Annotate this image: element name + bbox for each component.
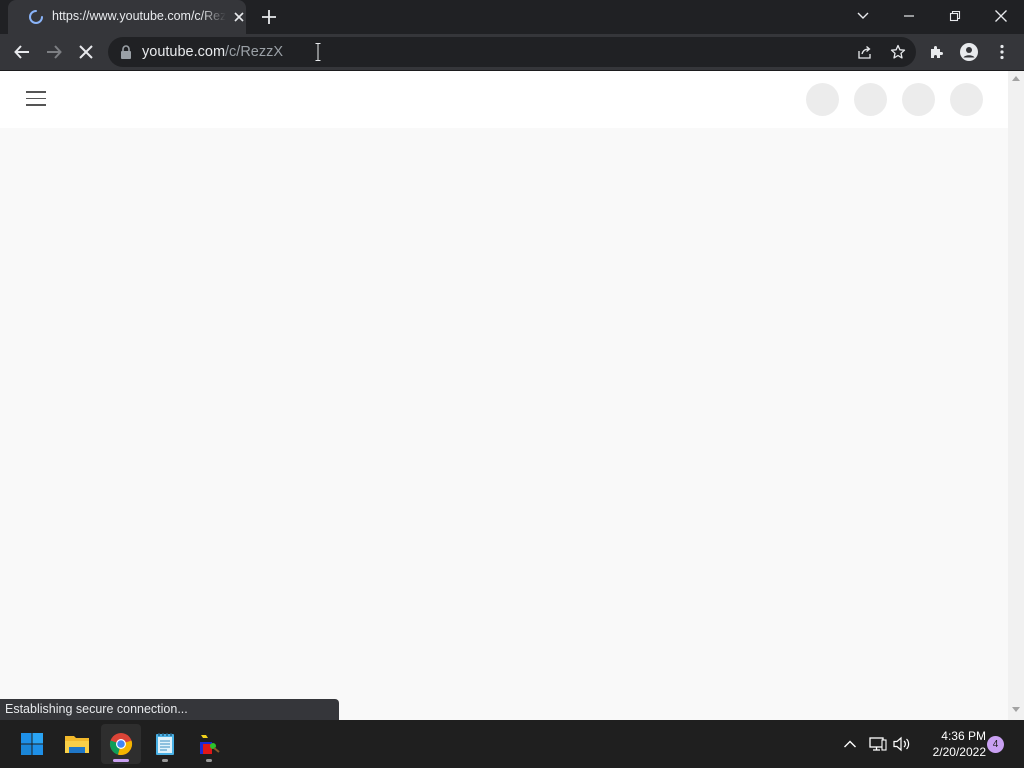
forward-button[interactable] [44, 42, 64, 62]
chrome-icon [109, 733, 133, 756]
menu-icon[interactable] [26, 91, 46, 107]
chevron-up-icon [844, 740, 856, 748]
tab-search-button[interactable] [840, 0, 886, 32]
arrow-right-icon [47, 45, 62, 59]
loading-spinner-icon [29, 10, 43, 24]
loading-placeholder-circle [854, 83, 887, 116]
network-icon [869, 737, 887, 751]
account-icon [960, 43, 978, 61]
volume-icon [893, 736, 910, 752]
stop-icon [79, 45, 93, 59]
youtube-masthead [0, 71, 1008, 128]
stop-loading-button[interactable] [76, 42, 96, 62]
back-button[interactable] [12, 42, 32, 62]
network-status-button[interactable] [868, 734, 888, 754]
browser-toolbar: youtube.com/c/RezzX [0, 34, 1024, 70]
status-bubble: Establishing secure connection... [0, 699, 339, 720]
windows-logo-icon [21, 733, 43, 755]
tab-strip: https://www.youtube.com/c/RezzX [0, 0, 1024, 34]
notification-badge[interactable]: 4 [987, 736, 1004, 753]
close-icon [995, 10, 1007, 22]
url-host: youtube.com [142, 44, 226, 60]
puzzle-icon [931, 46, 943, 58]
running-app-indicator [162, 759, 168, 762]
taskbar-paint[interactable] [189, 724, 229, 764]
scroll-down-arrow-icon[interactable] [1012, 707, 1020, 712]
page-scrollbar[interactable] [1008, 71, 1024, 720]
clock-date: 2/20/2022 [932, 745, 986, 759]
profile-button[interactable] [959, 42, 979, 62]
taskbar: 4:36 PM 2/20/2022 [0, 720, 1024, 768]
close-window-button[interactable] [978, 0, 1024, 32]
restore-button[interactable] [932, 0, 978, 32]
address-bar[interactable]: youtube.com/c/RezzX [108, 37, 916, 67]
url-text[interactable]: youtube.com/c/RezzX [142, 44, 283, 60]
taskbar-chrome[interactable] [101, 724, 141, 764]
volume-button[interactable] [892, 734, 912, 754]
tab-title: https://www.youtube.com/c/RezzX [52, 9, 226, 23]
tab-youtube[interactable]: https://www.youtube.com/c/RezzX [8, 0, 246, 34]
bookmark-button[interactable] [888, 42, 908, 62]
share-button[interactable] [855, 42, 875, 62]
chrome-menu-button[interactable] [992, 42, 1012, 62]
minimize-button[interactable] [886, 0, 932, 32]
folder-icon [65, 736, 89, 753]
minimize-icon [904, 15, 914, 17]
show-hidden-icons-button[interactable] [840, 734, 860, 754]
notepad-icon [156, 733, 174, 755]
taskbar-file-explorer[interactable] [57, 724, 97, 764]
loading-placeholder-circle [902, 83, 935, 116]
new-tab-icon[interactable] [261, 9, 277, 25]
clock-time: 4:36 PM [941, 729, 986, 743]
loading-placeholder-circle [950, 83, 983, 116]
url-path: /c/RezzX [225, 44, 284, 60]
running-app-indicator [206, 759, 212, 762]
more-vert-icon [1000, 44, 1004, 60]
page-viewport [0, 71, 1008, 720]
close-tab-icon[interactable] [232, 10, 246, 24]
arrow-left-icon [14, 45, 29, 59]
lock-icon[interactable] [120, 45, 132, 59]
scroll-up-arrow-icon[interactable] [1012, 76, 1020, 81]
active-app-indicator [113, 759, 129, 762]
taskbar-notepad[interactable] [145, 724, 185, 764]
loading-placeholder-circle [806, 83, 839, 116]
star-icon [890, 44, 906, 59]
paint-icon [200, 735, 220, 754]
restore-icon [949, 10, 961, 22]
chevron-down-icon [857, 12, 869, 19]
start-button[interactable] [12, 724, 52, 764]
text-cursor-icon [315, 43, 321, 61]
system-clock[interactable]: 4:36 PM 2/20/2022 [916, 728, 986, 760]
share-icon [858, 46, 871, 59]
extensions-button[interactable] [927, 42, 947, 62]
